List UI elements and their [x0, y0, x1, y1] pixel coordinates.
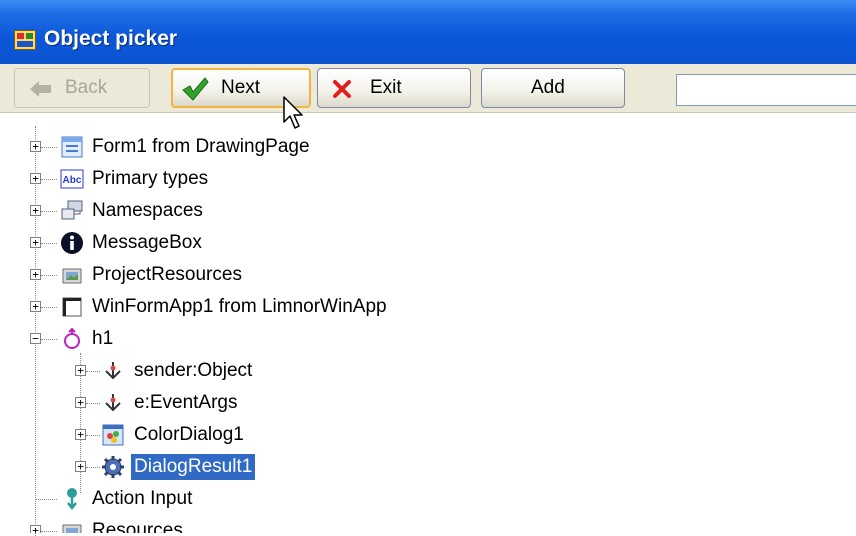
parameter-icon: [105, 394, 121, 412]
tree-item[interactable]: + ProjectResources: [0, 261, 856, 289]
resources-icon: [62, 524, 82, 533]
checkmark-icon: [182, 77, 209, 101]
tree-item-label: WinFormApp1 from LimnorWinApp: [92, 296, 387, 317]
exit-label: Exit: [370, 77, 402, 98]
expand-icon[interactable]: +: [75, 461, 86, 472]
toolbar: Back Next Exit Add: [0, 64, 856, 113]
svg-text:Abc: Abc: [63, 175, 82, 186]
form-icon: [61, 136, 83, 158]
tree-item[interactable]: + Abc Primary types: [0, 165, 856, 193]
tree-item[interactable]: Action Input: [0, 485, 856, 513]
expand-icon[interactable]: +: [75, 365, 86, 376]
search-input[interactable]: [676, 74, 856, 106]
exit-button[interactable]: Exit: [317, 68, 471, 108]
resources-icon: [62, 268, 82, 284]
tree-item[interactable]: + sender:Object: [0, 357, 856, 385]
expand-icon[interactable]: +: [75, 429, 86, 440]
back-arrow-icon: [30, 81, 51, 97]
tree-item-label: h1: [92, 328, 114, 349]
tree-item-label: Namespaces: [92, 200, 203, 221]
add-button[interactable]: Add: [481, 68, 625, 108]
app-icon: [14, 30, 36, 50]
collapse-icon[interactable]: −: [30, 333, 41, 344]
color-dialog-icon: [102, 424, 124, 446]
expand-icon[interactable]: +: [30, 141, 41, 152]
action-input-icon: [67, 488, 77, 511]
tree-item[interactable]: + Resources: [0, 517, 856, 533]
window-icon: [62, 297, 82, 317]
info-icon: [61, 232, 83, 254]
tree-item-label: ProjectResources: [92, 264, 242, 285]
tree-item-label: DialogResult1: [131, 454, 256, 480]
expand-icon[interactable]: +: [75, 397, 86, 408]
back-button[interactable]: Back: [14, 68, 150, 108]
title-bar: Object picker: [0, 0, 856, 64]
tree-item-label: Form1 from DrawingPage: [92, 136, 310, 157]
tree-item[interactable]: + DialogResult1: [0, 453, 856, 481]
expand-icon[interactable]: +: [30, 269, 41, 280]
expand-icon[interactable]: +: [30, 205, 41, 216]
abc-icon: Abc: [60, 169, 84, 189]
tree-item[interactable]: + Namespaces: [0, 197, 856, 225]
mouse-cursor-icon: [283, 96, 303, 129]
expand-icon[interactable]: +: [30, 301, 41, 312]
window-title: Object picker: [44, 27, 178, 50]
parameter-icon: [105, 362, 121, 380]
expand-icon[interactable]: +: [30, 237, 41, 248]
handler-icon: [64, 327, 80, 349]
add-label: Add: [531, 77, 565, 98]
tree-item-label: sender:Object: [134, 360, 253, 381]
tree-item[interactable]: − h1: [0, 325, 856, 353]
tree-item-label: Action Input: [92, 488, 193, 509]
namespaces-icon: [61, 200, 83, 220]
back-label: Back: [65, 77, 108, 98]
expand-icon[interactable]: +: [30, 173, 41, 184]
tree-item-label: MessageBox: [92, 232, 202, 253]
tree-item-label: e:EventArgs: [134, 392, 238, 413]
object-tree[interactable]: + Form1 from DrawingPage + Abc Primary t…: [0, 113, 856, 536]
tree-item-label: Resources: [92, 520, 183, 533]
tree-item[interactable]: + ColorDialog1: [0, 421, 856, 449]
tree-item-label: ColorDialog1: [134, 424, 244, 445]
tree-item-label: Primary types: [92, 168, 209, 189]
tree-item[interactable]: + MessageBox: [0, 229, 856, 257]
expand-icon[interactable]: +: [30, 525, 41, 533]
tree-item[interactable]: + Form1 from DrawingPage: [0, 133, 856, 161]
tree-item[interactable]: + WinFormApp1 from LimnorWinApp: [0, 293, 856, 321]
tree-item[interactable]: + e:EventArgs: [0, 389, 856, 417]
next-label: Next: [221, 77, 261, 98]
gear-icon: [102, 456, 124, 478]
close-icon: [333, 80, 351, 98]
